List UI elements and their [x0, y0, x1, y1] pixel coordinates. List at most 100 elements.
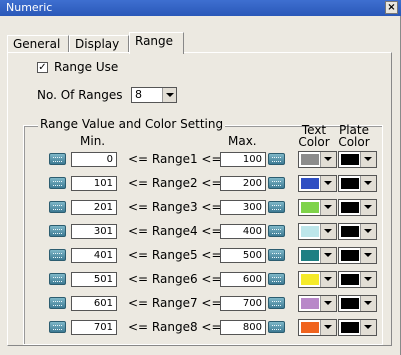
chevron-down-icon[interactable] — [320, 272, 336, 287]
keyboard-icon[interactable] — [268, 321, 285, 333]
plate-color-select[interactable] — [338, 199, 377, 216]
min-input[interactable]: 401 — [71, 248, 117, 263]
color-swatch — [301, 298, 319, 309]
color-swatch — [341, 298, 359, 309]
numeric-dialog: Numeric × General Display Range ✓ Range … — [0, 0, 401, 355]
keyboard-icon[interactable] — [268, 153, 285, 165]
plate-color-select[interactable] — [338, 247, 377, 264]
color-swatch — [341, 226, 359, 237]
color-swatch — [301, 274, 319, 285]
min-input[interactable]: 201 — [71, 200, 117, 215]
color-swatch — [341, 154, 359, 165]
chevron-down-icon[interactable] — [320, 176, 336, 191]
plate-color-select[interactable] — [338, 319, 377, 336]
title-bar: Numeric × — [0, 0, 401, 16]
chevron-down-icon[interactable] — [360, 248, 376, 263]
tab-range[interactable]: Range — [129, 32, 184, 54]
color-swatch — [301, 226, 319, 237]
group-title: Range Value and Color Setting — [38, 117, 226, 131]
color-swatch — [301, 202, 319, 213]
num-ranges-value: 8 — [135, 88, 142, 101]
min-header: Min. — [80, 134, 106, 148]
min-input[interactable]: 501 — [71, 272, 117, 287]
chevron-down-icon[interactable] — [320, 200, 336, 215]
keyboard-icon[interactable] — [268, 177, 285, 189]
max-input[interactable]: 300 — [220, 200, 266, 215]
color-swatch — [341, 202, 359, 213]
keyboard-icon[interactable] — [49, 177, 66, 189]
text-color-select[interactable] — [298, 223, 337, 240]
keyboard-icon[interactable] — [268, 201, 285, 213]
plate-color-header-line2: Color — [338, 135, 370, 149]
keyboard-icon[interactable] — [49, 321, 66, 333]
keyboard-icon[interactable] — [49, 249, 66, 261]
keyboard-icon[interactable] — [49, 297, 66, 309]
max-input[interactable]: 800 — [220, 320, 266, 335]
range-label: <= Range6 <= — [128, 272, 222, 286]
chevron-down-icon[interactable] — [162, 88, 176, 102]
keyboard-icon[interactable] — [49, 201, 66, 213]
text-color-select[interactable] — [298, 151, 337, 168]
chevron-down-icon[interactable] — [360, 224, 376, 239]
min-input[interactable]: 701 — [71, 320, 117, 335]
keyboard-icon[interactable] — [49, 153, 66, 165]
range-label: <= Range4 <= — [128, 224, 222, 238]
chevron-down-icon[interactable] — [320, 224, 336, 239]
window-title: Numeric — [6, 1, 53, 14]
chevron-down-icon[interactable] — [360, 272, 376, 287]
range-label: <= Range5 <= — [128, 248, 222, 262]
text-color-select[interactable] — [298, 175, 337, 192]
min-input[interactable]: 0 — [71, 152, 117, 167]
keyboard-icon[interactable] — [268, 249, 285, 261]
chevron-down-icon[interactable] — [360, 296, 376, 311]
chevron-down-icon[interactable] — [360, 152, 376, 167]
chevron-down-icon[interactable] — [360, 200, 376, 215]
max-input[interactable]: 200 — [220, 176, 266, 191]
text-color-select[interactable] — [298, 271, 337, 288]
plate-color-select[interactable] — [338, 223, 377, 240]
checkmark-icon: ✓ — [38, 62, 47, 73]
color-swatch — [341, 178, 359, 189]
min-input[interactable]: 101 — [71, 176, 117, 191]
range-use-checkbox[interactable]: ✓ — [37, 62, 48, 73]
text-color-select[interactable] — [298, 295, 337, 312]
plate-color-select[interactable] — [338, 295, 377, 312]
min-input[interactable]: 601 — [71, 296, 117, 311]
range-label: <= Range8 <= — [128, 320, 222, 334]
close-icon[interactable]: × — [385, 1, 398, 14]
keyboard-icon[interactable] — [49, 273, 66, 285]
min-input[interactable]: 301 — [71, 224, 117, 239]
tab-general[interactable]: General — [7, 35, 69, 52]
num-ranges-select[interactable]: 8 — [131, 87, 177, 103]
num-ranges-label: No. Of Ranges — [37, 88, 123, 102]
keyboard-icon[interactable] — [268, 273, 285, 285]
chevron-down-icon[interactable] — [320, 296, 336, 311]
range-label: <= Range1 <= — [128, 152, 222, 166]
text-color-select[interactable] — [298, 319, 337, 336]
chevron-down-icon[interactable] — [360, 176, 376, 191]
range-use-label: Range Use — [54, 60, 119, 74]
chevron-down-icon[interactable] — [320, 248, 336, 263]
max-input[interactable]: 400 — [220, 224, 266, 239]
plate-color-select[interactable] — [338, 151, 377, 168]
max-input[interactable]: 100 — [220, 152, 266, 167]
range-label: <= Range2 <= — [128, 176, 222, 190]
text-color-header-line2: Color — [298, 135, 330, 149]
chevron-down-icon[interactable] — [320, 320, 336, 335]
chevron-down-icon[interactable] — [360, 320, 376, 335]
text-color-select[interactable] — [298, 247, 337, 264]
plate-color-select[interactable] — [338, 175, 377, 192]
keyboard-icon[interactable] — [268, 297, 285, 309]
text-color-header: Text Color — [297, 124, 331, 148]
keyboard-icon[interactable] — [268, 225, 285, 237]
max-input[interactable]: 500 — [220, 248, 266, 263]
keyboard-icon[interactable] — [49, 225, 66, 237]
chevron-down-icon[interactable] — [320, 152, 336, 167]
plate-color-select[interactable] — [338, 271, 377, 288]
max-input[interactable]: 600 — [220, 272, 266, 287]
text-color-select[interactable] — [298, 199, 337, 216]
tab-display[interactable]: Display — [69, 35, 129, 52]
range-label: <= Range7 <= — [128, 296, 222, 310]
max-input[interactable]: 700 — [220, 296, 266, 311]
color-swatch — [341, 250, 359, 261]
